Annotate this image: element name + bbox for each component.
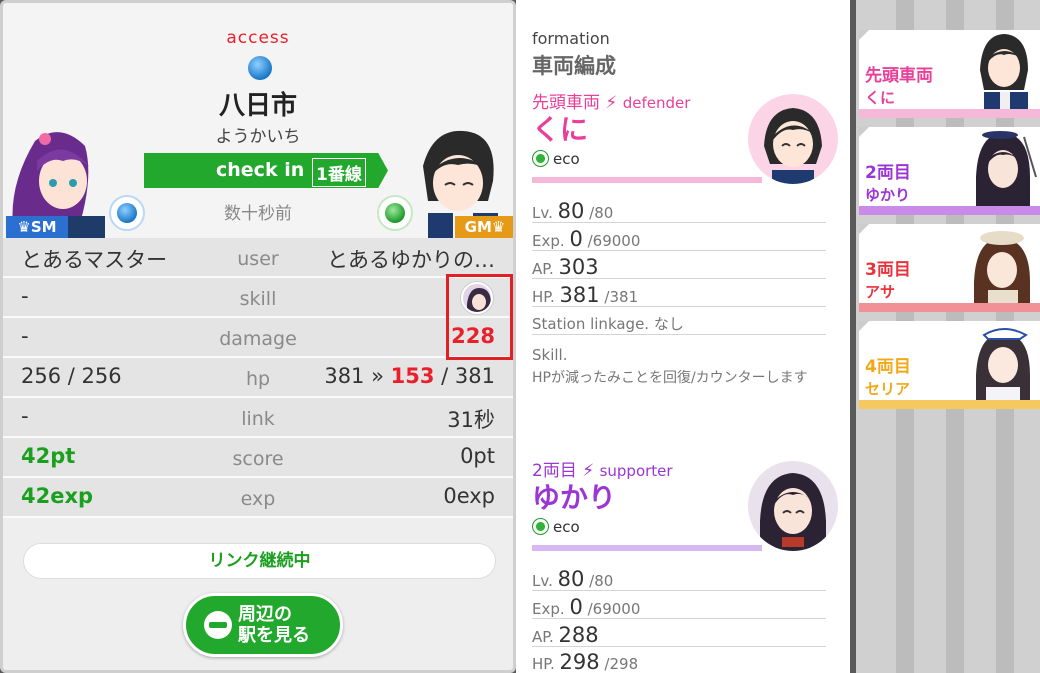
stat-row-score: 42pt score 0pt <box>3 438 513 478</box>
card-position: 4両目 <box>865 357 911 377</box>
link-right: 31秒 <box>447 408 495 432</box>
car-2-ap: AP. 288 <box>532 623 826 647</box>
highlight-frame <box>446 274 513 360</box>
ap-value: 288 <box>558 623 599 647</box>
exp-label: exp <box>240 488 276 510</box>
battle-stats: とあるマスター user とあるゆかりの… - skill - damage 2… <box>3 238 513 518</box>
hp-label: HP. <box>532 655 555 673</box>
card-position: 3両目 <box>865 260 911 280</box>
corner-mark <box>859 30 869 40</box>
exp-right: 0exp <box>443 484 495 508</box>
car-4-thumbnail <box>976 328 1030 409</box>
stat-row-skill: - skill <box>3 278 513 318</box>
car-2-portrait <box>748 461 838 551</box>
card-position: 2両目 <box>865 163 911 183</box>
hp-before: 381 » <box>324 364 384 388</box>
lv-label: Lv. <box>532 572 553 590</box>
car-2-hp: HP. 298 /298 <box>532 650 826 673</box>
link-label: link <box>241 408 275 430</box>
hp-value: 298 <box>559 650 600 673</box>
card-color-stripe <box>859 400 1040 409</box>
exp-value: 0 <box>569 595 583 619</box>
checkin-text: check in <box>216 159 305 181</box>
skill-label: skill <box>239 288 277 310</box>
sidebar-card-4[interactable]: 4両目 セリア <box>859 321 1040 409</box>
card-name: ゆかり <box>865 186 911 204</box>
checkin-panel: access 八日市 ようかいち check in 1番線 数十秒前 ♛SM G… <box>0 0 516 673</box>
lv-value: 80 <box>557 567 585 591</box>
nearby-line2: 駅を見る <box>238 625 310 646</box>
car-1-thumbnail <box>980 34 1028 118</box>
score-right: 0pt <box>460 444 495 468</box>
card-color-stripe <box>859 303 1040 312</box>
car-2-lv: Lv. 80 /80 <box>532 567 826 591</box>
stat-row-user: とあるマスター user とあるゆかりの… <box>3 238 513 278</box>
checkin-header: access 八日市 ようかいち check in 1番線 数十秒前 ♛SM G… <box>3 3 513 239</box>
car-2-color-bar <box>532 545 762 551</box>
car-2-attribute: eco <box>532 518 580 536</box>
card-name: セリア <box>865 380 911 398</box>
sidebar-card-1-label: 先頭車両 くに <box>865 65 933 109</box>
link-status: リンク継続中 <box>23 543 496 579</box>
ap-label: AP. <box>532 628 554 646</box>
train-icon <box>204 611 232 639</box>
sidebar-card-1[interactable]: 先頭車両 くに <box>859 30 1040 118</box>
card-position: 先頭車両 <box>865 66 933 86</box>
card-name: アサ <box>865 283 896 301</box>
station-name: 八日市 <box>218 91 297 121</box>
corner-mark <box>859 224 869 234</box>
card-color-stripe <box>859 206 1040 215</box>
nearby-stations-button[interactable]: 周辺の 駅を見る <box>183 593 343 657</box>
card-name: くに <box>865 89 896 107</box>
station-master-badge: ♛SM <box>6 216 68 238</box>
card-color-stripe <box>859 109 1040 118</box>
exp-max: /69000 <box>587 600 641 618</box>
attribute-cool-icon <box>248 56 272 80</box>
guard-attribute-icon <box>377 195 413 231</box>
lv-max: /80 <box>589 572 614 590</box>
car-2-thumbnail <box>976 131 1037 215</box>
nearby-line1: 周辺の <box>238 604 292 625</box>
car-2-exp: Exp. 0 /69000 <box>532 595 826 619</box>
sidebar-card-3[interactable]: 3両目 アサ <box>859 224 1040 312</box>
eco-icon <box>532 518 549 535</box>
hp-right: 381 » 153 / 381 <box>324 364 495 388</box>
stat-row-damage: - damage 228 <box>3 318 513 358</box>
sidebar-card-2[interactable]: 2両目 ゆかり <box>859 127 1040 215</box>
user-right: とあるゆかりの… <box>327 248 495 272</box>
corner-mark <box>859 127 869 137</box>
score-label: score <box>232 448 284 470</box>
nearby-button-label: 周辺の 駅を見る <box>238 604 310 646</box>
sidebar-card-3-label: 3両目 アサ <box>865 259 911 303</box>
stat-row-hp: 256 / 256 hp 381 » 153 / 381 <box>3 358 513 398</box>
car-2-attribute-text: eco <box>553 518 580 536</box>
car-selector-sidebar: 先頭車両 くに 2両目 ゆかり 3両目 アサ 4両目 セリア <box>856 0 1040 673</box>
hp-current: 153 <box>390 364 435 388</box>
hp-max: /298 <box>604 655 639 673</box>
car-2-name: ゆかり <box>532 481 617 514</box>
exp-label: Exp. <box>532 600 565 618</box>
corner-mark <box>859 321 869 331</box>
formation-panel: formation 車両編成 先頭車両 ⚡ defender くに eco Lv… <box>516 0 850 673</box>
stat-row-exp: 42exp exp 0exp <box>3 478 513 518</box>
checkin-time: 数十秒前 <box>224 204 292 224</box>
hp-max: / 381 <box>441 364 495 388</box>
damage-label: damage <box>219 328 297 350</box>
car-3-thumbnail <box>974 231 1030 312</box>
car-2[interactable]: 2両目 ⚡ supporter ゆかり eco Lv. 80 /80 Exp. … <box>516 0 850 673</box>
sidebar-card-4-label: 4両目 セリア <box>865 356 911 400</box>
stat-row-link: - link 31秒 <box>3 398 513 438</box>
guard-master-badge: GM♛ <box>455 216 513 238</box>
checkin-banner: check in 1番線 <box>144 153 388 188</box>
master-attribute-icon <box>109 195 145 231</box>
sidebar-card-2-label: 2両目 ゆかり <box>865 162 911 206</box>
platform-label: 1番線 <box>312 158 366 187</box>
access-label: access <box>226 28 290 48</box>
